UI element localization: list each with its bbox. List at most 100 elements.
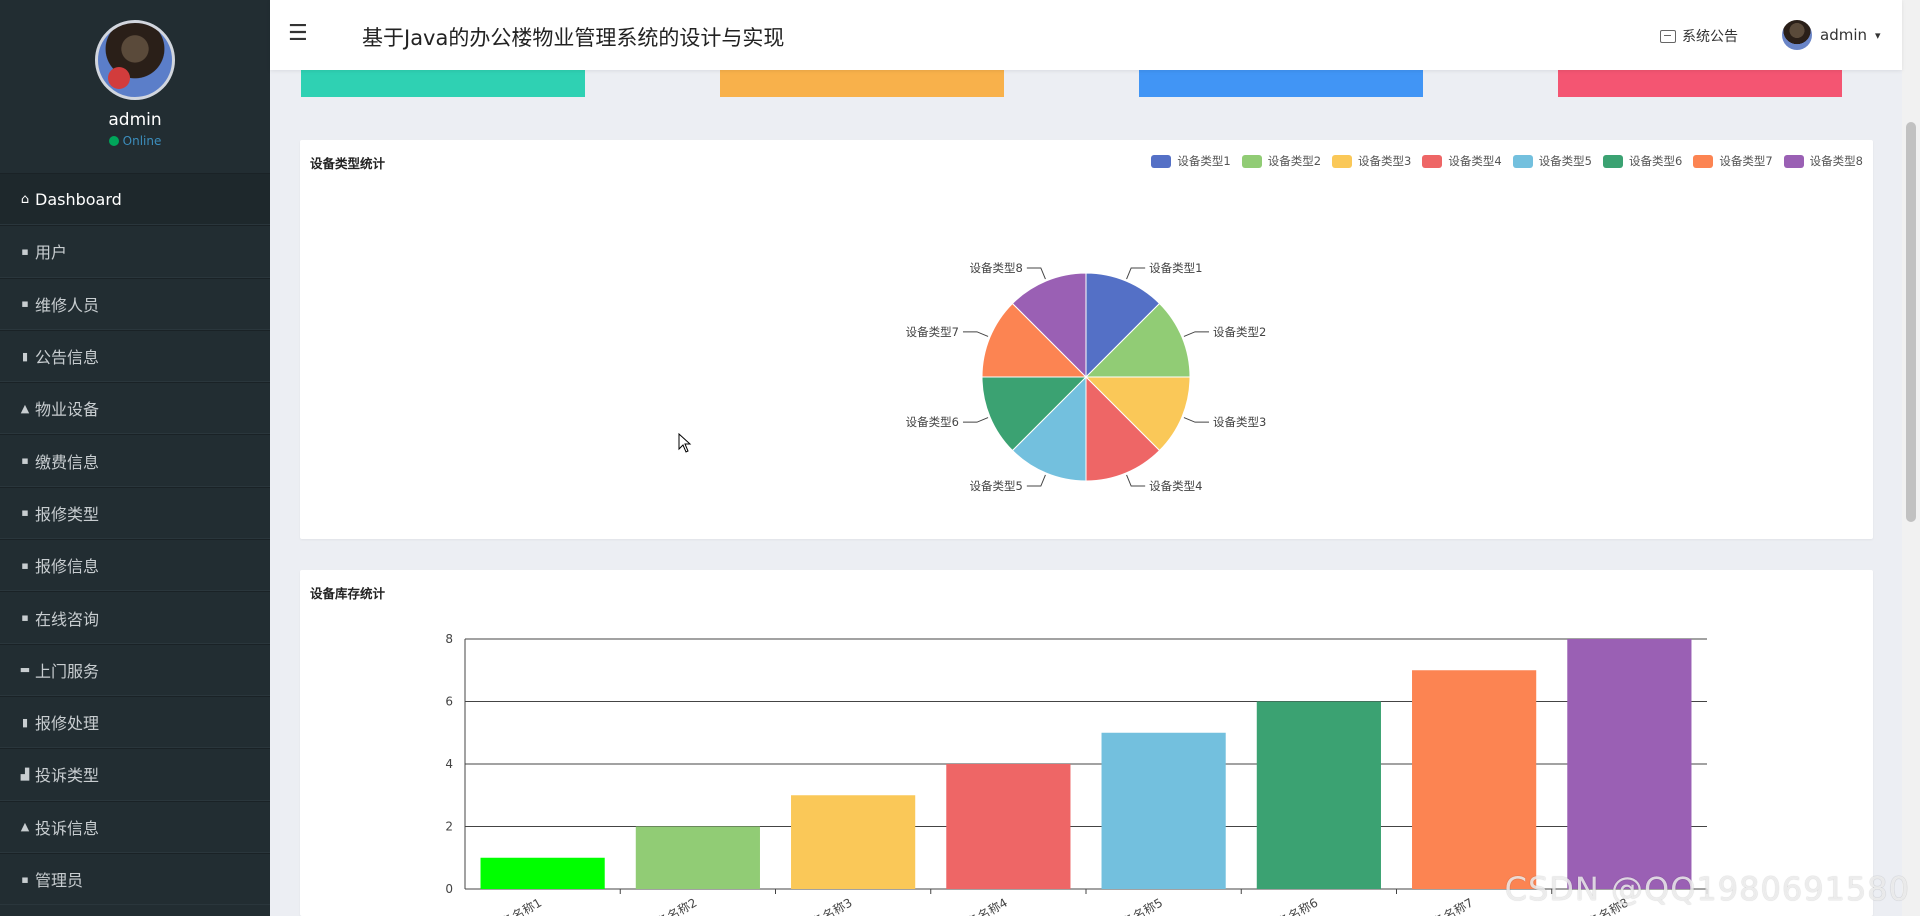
- sidebar-item-label: Dashboard: [35, 189, 122, 209]
- grid-icon: ▪: [21, 558, 29, 572]
- sidebar-item-label: 物业设备: [35, 400, 100, 420]
- sidebar-item-label: 维修人员: [35, 295, 100, 315]
- x-tick-label: 设备名称2: [644, 895, 700, 916]
- chevron-down-icon: ▾: [1875, 28, 1881, 42]
- menu-toggle-icon[interactable]: ☰: [288, 23, 308, 45]
- pie-slice-label: 设备类型6: [906, 415, 959, 429]
- topbar: ☰ 基于Java的办公楼物业管理系统的设计与实现 系统公告 admin ▾: [270, 0, 1902, 70]
- x-tick-label: 设备名称4: [954, 895, 1010, 916]
- main-content: 设备类型统计 设备类型1 设备类型2 设备类型3 设备类型4 设备类型5 设备类型6 设备类…: [270, 0, 1902, 916]
- briefcase-icon: ▬: [19, 663, 31, 677]
- system-notice-label: 系统公告: [1682, 29, 1738, 45]
- bar: [946, 764, 1071, 889]
- grid-icon: ▪: [21, 297, 29, 311]
- grid-icon: ▪: [21, 611, 29, 625]
- watermark: CSDN @QQ1980691580: [1504, 870, 1910, 908]
- bar: [791, 795, 916, 889]
- thumbs-up-icon: ▟: [20, 767, 30, 781]
- sidebar-item-label: 投诉类型: [35, 766, 100, 786]
- pie-label-line: [1026, 474, 1046, 487]
- scrollbar-thumb[interactable]: [1906, 122, 1916, 522]
- sidebar-item-item-1[interactable]: ▪ 用户: [0, 225, 270, 278]
- pie-slice-label: 设备类型5: [970, 479, 1023, 493]
- pie-label-line: [1183, 417, 1210, 423]
- sidebar: admin Online ⌂ Dashboard ▪ 用户 ▪ 维修人员 ▮ 公告信息 ▲ 物业设…: [0, 0, 270, 916]
- sidebar-item-item-13[interactable]: ▪ 管理员: [0, 852, 270, 906]
- user-icon: ▲: [20, 401, 30, 415]
- stat-card-3[interactable]: [1139, 70, 1423, 97]
- system-notice-link[interactable]: 系统公告: [1660, 26, 1738, 46]
- sidebar-item-label: 公告信息: [35, 348, 100, 368]
- pie-slice-label: 设备类型1: [1149, 261, 1202, 275]
- bar: [1256, 701, 1381, 889]
- pie-slice-label: 设备类型7: [906, 325, 959, 339]
- stat-card-2[interactable]: [720, 70, 1004, 97]
- x-tick-label: 设备名称6: [1265, 895, 1321, 916]
- sidebar-item-item-3[interactable]: ▮ 公告信息: [0, 329, 270, 383]
- x-tick-label: 设备名称5: [1109, 895, 1165, 916]
- sidebar-item-item-12[interactable]: ▲ 投诉信息: [0, 800, 270, 853]
- pie-slice-label: 设备类型2: [1213, 325, 1266, 339]
- sidebar-item-item-9[interactable]: ▬ 上门服务: [0, 643, 270, 696]
- user-dropdown[interactable]: admin ▾: [1782, 20, 1881, 50]
- pie-chart: 设备类型1 设备类型2 设备类型3 设备类型4 设备类型5 设备类型6 设备类型7 设备类型8: [906, 261, 1267, 493]
- sidebar-item-item-11[interactable]: ▟ 投诉类型: [0, 748, 270, 801]
- online-status-label: Online: [122, 134, 162, 148]
- y-tick-label: 8: [445, 632, 453, 646]
- sidebar-item-item-4[interactable]: ▲ 物业设备: [0, 382, 270, 435]
- sidebar-item-item-10[interactable]: ▮ 报修处理: [0, 695, 270, 749]
- comment-icon: ▮: [21, 349, 29, 363]
- y-tick-label: 2: [445, 820, 453, 834]
- sidebar-item-item-2[interactable]: ▪ 维修人员: [0, 277, 270, 330]
- sidebar-item-item-5[interactable]: ▪ 缴费信息: [0, 434, 270, 487]
- user-icon: ▲: [20, 820, 30, 834]
- pie-slice-label: 设备类型8: [970, 261, 1023, 275]
- sidebar-item-dashboard[interactable]: ⌂ Dashboard: [0, 173, 270, 226]
- pie-chart-card: 设备类型统计 设备类型1 设备类型2 设备类型3 设备类型4 设备类型5 设备类型6 设备类…: [300, 140, 1873, 539]
- bar: [1101, 732, 1226, 889]
- pie-label-line: [962, 331, 989, 337]
- x-tick-label: 设备名称7: [1420, 895, 1476, 916]
- sidebar-item-item-6[interactable]: ▪ 报修类型: [0, 486, 270, 540]
- online-status: Online: [108, 134, 162, 148]
- sidebar-item-item-8[interactable]: ▪ 在线咨询: [0, 591, 270, 644]
- sidebar-menu: ⌂ Dashboard ▪ 用户 ▪ 维修人员 ▮ 公告信息 ▲ 物业设备 ▪ 缴费信息 ▪ 报修类型 ▪ 报…: [0, 173, 270, 906]
- user-avatar: [1782, 20, 1812, 50]
- user-dropdown-label: admin: [1820, 26, 1867, 44]
- sidebar-item-label: 上门服务: [35, 661, 100, 681]
- y-tick-label: 6: [445, 695, 453, 709]
- sidebar-item-label: 报修处理: [35, 714, 100, 734]
- bar: [1567, 639, 1692, 889]
- pie-slice-label: 设备类型4: [1149, 479, 1202, 493]
- grid-icon: ▪: [21, 872, 29, 886]
- profile-name: admin: [108, 110, 162, 130]
- pie-label-line: [1126, 474, 1146, 487]
- stat-card-1[interactable]: [301, 70, 585, 97]
- scrollbar[interactable]: [1902, 0, 1920, 916]
- grid-icon: ▪: [21, 244, 29, 258]
- bar-chart: 0 2 4 6 8 设备名称1 设备名称2 设备名称3 设备名称4 设备名称5 设备名称6 设备名称7…: [445, 632, 1708, 916]
- sidebar-item-label: 管理员: [35, 871, 84, 890]
- sidebar-item-label: 投诉信息: [35, 818, 100, 838]
- home-icon: ⌂: [20, 191, 30, 207]
- bar: [635, 826, 760, 889]
- user-profile: admin Online: [0, 0, 270, 173]
- x-tick-label: 设备名称3: [799, 895, 855, 916]
- sidebar-item-label: 缴费信息: [35, 452, 100, 472]
- avatar[interactable]: [95, 20, 175, 100]
- bar-chart-icon: ▮: [21, 715, 29, 729]
- y-tick-label: 4: [445, 757, 453, 771]
- bar: [480, 857, 605, 889]
- mouse-cursor-icon: [678, 433, 692, 453]
- pie-label-line: [962, 417, 989, 423]
- notice-icon: [1660, 29, 1676, 43]
- grid-icon: ▪: [21, 506, 29, 520]
- sidebar-item-label: 用户: [35, 243, 68, 263]
- sidebar-item-label: 报修类型: [35, 504, 100, 524]
- sidebar-item-label: 报修信息: [35, 557, 100, 577]
- stat-card-4[interactable]: [1558, 70, 1842, 97]
- sidebar-item-item-7[interactable]: ▪ 报修信息: [0, 539, 270, 592]
- pie-label-line: [1126, 267, 1146, 280]
- pie-label-line: [1026, 267, 1046, 280]
- page-title: 基于Java的办公楼物业管理系统的设计与实现: [362, 26, 785, 50]
